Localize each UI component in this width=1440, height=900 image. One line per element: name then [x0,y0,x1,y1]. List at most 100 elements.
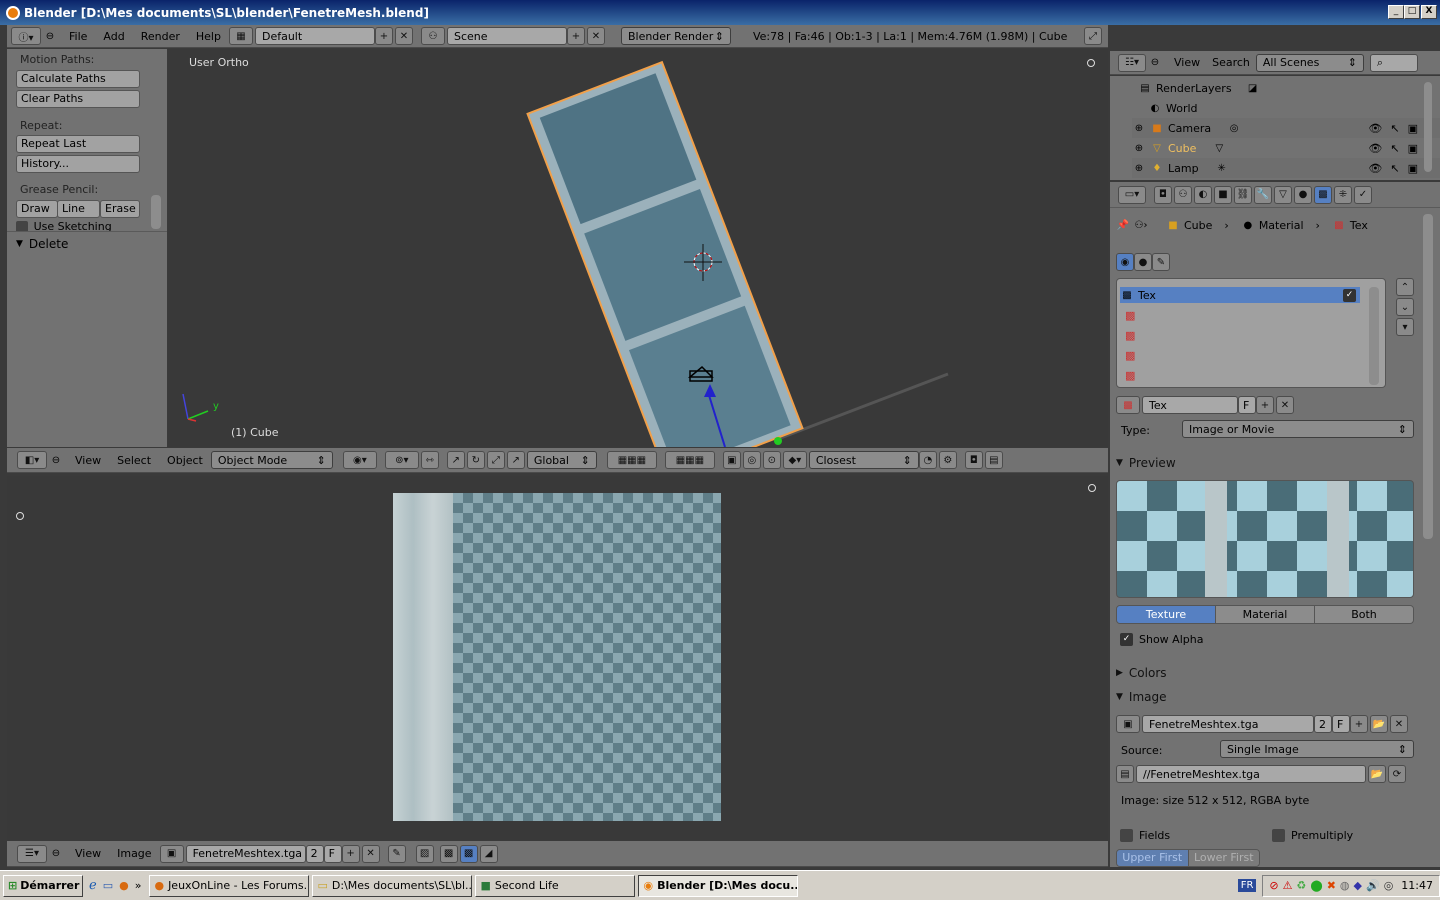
task-second-life[interactable]: ■ Second Life [475,874,636,897]
viewport-shading-icon[interactable]: ◉▾ [342,451,377,469]
close-button[interactable]: X [1421,5,1437,19]
tray-icons[interactable]: ⊘ ⚠ ♻ ⬤ ✖ ◍ ◆ 🔊 ◎ 11:47 [1262,874,1440,897]
lock-layers-icon[interactable]: ▣ [722,451,741,469]
pin-icon[interactable]: 📌 [1116,218,1130,232]
texture-name-field[interactable]: Tex [1142,396,1238,414]
menu-search[interactable]: Search [1208,56,1254,69]
use-sketching-row[interactable]: Use Sketching Sessio [16,221,146,231]
snap-target-dropdown[interactable]: Closest ⇕ [808,451,919,469]
visibility-icons[interactable]: 👁↖▣ [1368,122,1426,135]
scene-icon[interactable]: ⚇ [420,27,445,45]
premultiply-row[interactable]: Premultiply [1272,829,1353,842]
erase-button[interactable]: Erase [100,200,140,218]
preview-tab-both[interactable]: Both [1314,606,1413,623]
manipulator-icon[interactable]: ⇿ [420,451,439,469]
scene-tab-icon[interactable]: ⚇ [1174,185,1192,204]
premultiply-checkbox[interactable] [1272,829,1285,842]
preview-tab-texture[interactable]: Texture [1117,606,1215,623]
layers-grid-1[interactable]: ▦▦▦ [606,451,657,469]
calculate-paths-button[interactable]: Calculate Paths [16,70,140,88]
task-firefox[interactable]: ● JeuxOnLine - Les Forums... [149,874,310,897]
fields-checkbox[interactable] [1120,829,1133,842]
menu-object[interactable]: Object [159,454,211,467]
upper-first-tab[interactable]: Upper First [1117,850,1188,866]
menu-select[interactable]: Select [109,454,159,467]
draw-channels-icon[interactable]: ▨ [415,844,434,863]
texture-slot-active[interactable]: ▩ Tex ✓ [1120,287,1360,303]
move-up-icon[interactable]: ⌃ [1396,278,1414,296]
proportional-edit-icon[interactable]: ◎ [742,451,761,469]
constraints-tab-icon[interactable]: ⛓ [1234,185,1252,204]
empty-slot-icon[interactable]: ▩ [1125,309,1135,322]
outliner-search-field[interactable]: ⌕ [1369,53,1418,72]
particles-tab-icon[interactable]: ⁜ [1334,185,1352,204]
material-texture-icon[interactable]: ● [1134,253,1152,271]
modifiers-tab-icon[interactable]: 🔧 [1254,185,1272,204]
display-z-icon[interactable]: ◢ [479,844,498,863]
use-sketching-checkbox[interactable] [16,221,28,231]
image-name-field[interactable]: FenetreMeshtex.tga [1142,715,1314,733]
mode-dropdown[interactable]: Object Mode ⇕ [210,451,333,469]
translate-icon[interactable]: ↗ [446,451,465,469]
menu-render[interactable]: Render [133,30,188,43]
image-name-field[interactable]: FenetreMeshtex.tga [185,844,306,863]
new-image-icon[interactable]: + [1350,715,1368,733]
menu-view[interactable]: View [1166,56,1208,69]
firefox-icon[interactable]: ● [119,879,129,892]
lower-first-tab[interactable]: Lower First [1187,850,1259,866]
colors-panel-header[interactable]: ▶ Colors [1116,662,1419,684]
texture-type-dropdown[interactable]: Image or Movie ⇕ [1182,420,1414,438]
line-button[interactable]: Line [57,200,100,218]
snap-element-icon[interactable]: ◆▾ [782,451,807,469]
specials-menu-icon[interactable]: ▾ [1396,318,1414,336]
pivot-point-icon[interactable]: ⊚▾ [384,451,419,469]
image-users-field[interactable]: 2 [1314,715,1332,733]
render-still-icon[interactable]: ◘ [964,451,983,469]
properties-toggle-icon[interactable] [1088,484,1096,492]
move-down-icon[interactable]: ⌄ [1396,298,1414,316]
new-texture-icon[interactable]: + [1256,396,1274,414]
show-alpha-checkbox[interactable]: ✓ [1120,633,1133,646]
visibility-icons[interactable]: 👁↖▣ [1368,142,1426,155]
physics-tab-icon[interactable]: ✓ [1354,185,1372,204]
browse-file-icon[interactable]: 📂 [1368,765,1386,783]
layout-field[interactable]: Default [254,27,375,45]
preview-panel-header[interactable]: ▼ Preview [1116,452,1419,474]
ie-icon[interactable]: ℯ [89,878,97,893]
pin-icon[interactable]: ✎ [387,844,406,863]
outliner-row-cube[interactable]: ⊕ ▽ Cube ▽ 👁↖▣ [1132,138,1440,158]
remove-scene-icon[interactable]: ✕ [586,27,605,45]
snap-project-icon[interactable]: ⚙ [938,451,957,469]
image-browse-icon[interactable]: ▣ [1116,715,1140,733]
outliner-row-lamp[interactable]: ⊕ ♦ Lamp ✳ 👁↖▣ [1132,158,1440,178]
menu-add[interactable]: Add [95,30,132,43]
outliner-row-camera[interactable]: ⊕ ■ Camera ◎ 👁↖▣ [1132,118,1440,138]
open-image-icon[interactable]: 📂 [1370,715,1388,733]
slot-list-scrollbar[interactable] [1369,287,1379,385]
repeat-last-button[interactable]: Repeat Last [16,135,140,153]
collapse-menu-icon[interactable]: ⊖ [1148,56,1162,70]
snap-icon[interactable]: ⊙ [762,451,781,469]
clear-paths-button[interactable]: Clear Paths [16,90,140,108]
start-button[interactable]: ⊞ Démarrer [3,874,83,897]
menu-image[interactable]: Image [109,847,159,860]
scale-icon[interactable]: ⤢ [486,451,505,469]
menu-help[interactable]: Help [188,30,229,43]
world-tab-icon[interactable]: ◐ [1194,185,1212,204]
rotate-icon[interactable]: ↻ [466,451,485,469]
pack-icon[interactable]: ▤ [1116,765,1134,783]
fullscreen-icon[interactable]: ⤢ [1084,27,1102,45]
region-toggle-icon[interactable] [16,512,24,520]
fields-row[interactable]: Fields [1120,829,1170,842]
delete-panel-header[interactable]: ▼ Delete [16,237,68,251]
3d-viewport[interactable]: User Ortho y (1) Cube [168,49,1108,447]
world-texture-icon[interactable]: ◉ [1116,253,1134,271]
language-indicator[interactable]: FR [1237,879,1257,892]
image-fake-user-button[interactable]: F [1332,715,1350,733]
layers-grid-2[interactable]: ▦▦▦ [664,451,715,469]
texture-tab-icon[interactable]: ▩ [1314,185,1332,204]
empty-slot-icon[interactable]: ▩ [1125,329,1135,342]
task-explorer[interactable]: ▭ D:\Mes documents\SL\bl... [312,874,473,897]
history-button[interactable]: History... [16,155,140,173]
new-image-icon[interactable]: + [341,844,360,863]
